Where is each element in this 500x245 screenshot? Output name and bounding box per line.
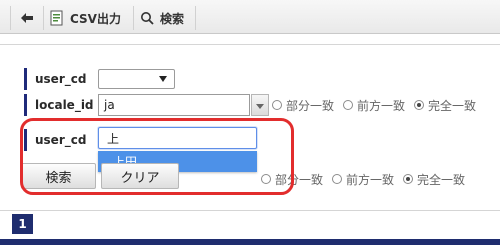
radio-label: 部分一致 — [286, 98, 335, 113]
radio-label: 完全一致 — [428, 98, 477, 113]
user-cd-input-value: 上 — [107, 131, 120, 146]
radio-label: 前方一致 — [357, 98, 406, 113]
toolbar-search-button[interactable]: 検索 — [134, 6, 196, 30]
toolbar: CSV出力 検索 — [0, 0, 500, 34]
locale-id-label: locale_id — [24, 94, 94, 116]
page-number: 1 — [18, 217, 27, 231]
search-button[interactable]: 検索 — [21, 163, 96, 189]
locale-id-input[interactable]: ja — [98, 94, 250, 116]
radio-dot-selected — [403, 174, 414, 184]
csv-export-label: CSV出力 — [70, 11, 121, 26]
user-cd-label: user_cd — [24, 68, 94, 90]
radio-dot — [332, 174, 343, 184]
csv-file-icon — [50, 10, 64, 26]
radio-dot-selected — [414, 100, 425, 110]
user-cd-match-options: 部分一致 前方一致 完全一致 — [261, 169, 474, 189]
chevron-down-icon — [256, 104, 264, 109]
locale-id-match-options: 部分一致 前方一致 完全一致 — [272, 95, 485, 115]
radio-label: 部分一致 — [275, 172, 324, 187]
radio-exact-match[interactable]: 完全一致 — [403, 171, 465, 188]
csv-export-button[interactable]: CSV出力 — [44, 6, 134, 30]
user-cd-select[interactable] — [98, 69, 175, 89]
radio-prefix-match[interactable]: 前方一致 — [332, 171, 394, 188]
radio-partial-match[interactable]: 部分一致 — [272, 97, 334, 114]
radio-dot — [272, 100, 282, 110]
radio-exact-match[interactable]: 完全一致 — [414, 97, 476, 114]
user-cd-label-2: user_cd — [24, 129, 94, 151]
radio-label: 完全一致 — [417, 172, 466, 187]
radio-partial-match[interactable]: 部分一致 — [261, 171, 323, 188]
clear-button-label: クリア — [120, 170, 160, 186]
user-cd-input[interactable]: 上 — [98, 127, 257, 149]
toolbar-search-label: 検索 — [160, 11, 185, 26]
clear-button[interactable]: クリア — [101, 163, 179, 189]
locale-id-dropdown-button[interactable] — [251, 94, 269, 116]
radio-dot — [261, 174, 271, 184]
pager-divider — [0, 210, 500, 211]
locale-id-value: ja — [104, 98, 115, 112]
radio-label: 前方一致 — [346, 172, 395, 187]
chevron-down-icon — [159, 76, 167, 82]
search-button-label: 検索 — [45, 170, 72, 186]
radio-prefix-match[interactable]: 前方一致 — [343, 97, 405, 114]
table-header-bar — [0, 239, 500, 245]
page-number-badge[interactable]: 1 — [12, 214, 33, 234]
back-button[interactable] — [10, 6, 44, 30]
radio-dot — [343, 100, 354, 110]
search-icon — [140, 11, 154, 25]
back-arrow-icon — [20, 12, 34, 24]
